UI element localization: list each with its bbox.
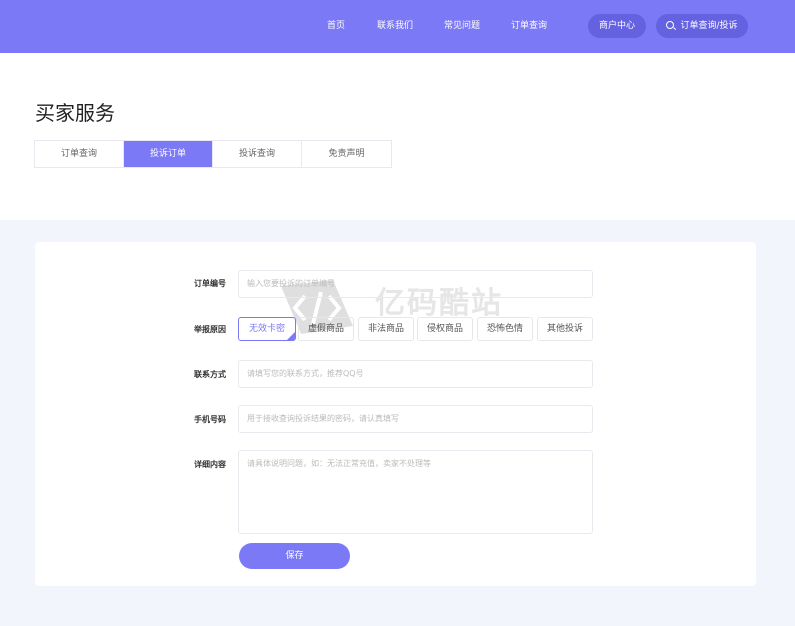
- contact-label: 联系方式: [194, 370, 226, 379]
- tab-disclaimer[interactable]: 免责声明: [302, 141, 391, 167]
- nav-order-query[interactable]: 订单查询: [511, 0, 547, 53]
- save-button[interactable]: 保存: [239, 543, 350, 569]
- nav-home[interactable]: 首页: [327, 0, 345, 53]
- merchant-center-button[interactable]: 商户中心: [588, 14, 646, 38]
- order-no-label: 订单编号: [194, 279, 226, 288]
- reason-option-illegal-goods[interactable]: 非法商品: [358, 317, 414, 341]
- order-search-button[interactable]: 订单查询/投诉: [656, 14, 748, 38]
- page-title: 买家服务: [35, 101, 115, 125]
- reason-option-fake-goods[interactable]: 虚假商品: [298, 317, 354, 341]
- nav-faq[interactable]: 常见问题: [444, 0, 480, 53]
- reason-option-invalid-card[interactable]: 无效卡密: [238, 317, 296, 341]
- tab-order-query[interactable]: 订单查询: [35, 141, 124, 167]
- search-icon: [666, 21, 675, 29]
- top-header: 首页 联系我们 常见问题 订单查询 商户中心 订单查询/投诉: [0, 0, 795, 53]
- reason-option-other[interactable]: 其他投诉: [537, 317, 593, 341]
- tab-complaint-query[interactable]: 投诉查询: [213, 141, 302, 167]
- order-search-label: 订单查询/投诉: [680, 21, 738, 31]
- reason-label: 举报原因: [194, 325, 226, 334]
- service-tabs: 订单查询 投诉订单 投诉查询 免责声明: [34, 140, 392, 168]
- complaint-form-card: 亿码酷站 订单编号 输入您要投诉的订单编号 举报原因 无效卡密 虚假商品 非法商…: [35, 242, 756, 586]
- reason-option-infringing-goods[interactable]: 侵权商品: [417, 317, 473, 341]
- contact-input[interactable]: 请填写您的联系方式，推荐QQ号: [238, 360, 593, 388]
- detail-label: 详细内容: [194, 460, 226, 469]
- phone-label: 手机号码: [194, 415, 226, 424]
- tab-complaint-order[interactable]: 投诉订单: [124, 141, 213, 167]
- order-no-input[interactable]: 输入您要投诉的订单编号: [238, 270, 593, 298]
- nav-contact[interactable]: 联系我们: [377, 0, 413, 53]
- phone-input[interactable]: 用于接收查询投诉结果的密码，请认真填写: [238, 405, 593, 433]
- reason-option-violent-porn[interactable]: 恐怖色情: [477, 317, 533, 341]
- hero-section: 买家服务 订单查询 投诉订单 投诉查询 免责声明: [0, 53, 795, 220]
- detail-textarea[interactable]: 请具体说明问题，如：无法正常充值，卖家不处理等: [238, 450, 593, 534]
